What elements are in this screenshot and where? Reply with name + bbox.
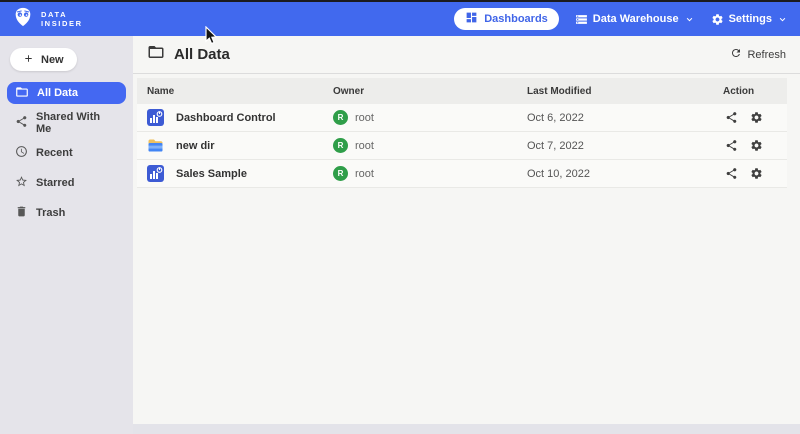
share-icon[interactable] — [725, 167, 738, 180]
refresh-icon — [730, 47, 742, 62]
column-header-last-modified: Last Modified — [527, 86, 723, 97]
nav-settings-label: Settings — [729, 13, 772, 25]
folder-file-icon — [147, 137, 164, 154]
sidebar-item-recent[interactable]: Recent — [7, 142, 126, 164]
refresh-label: Refresh — [747, 49, 786, 61]
mouse-cursor — [205, 26, 218, 46]
folder-outline-icon — [147, 43, 165, 66]
sidebar-item-all-data[interactable]: All Data — [7, 82, 126, 104]
plus-icon — [23, 53, 34, 67]
sidebar-item-label: All Data — [37, 87, 78, 99]
chevron-down-icon — [777, 14, 788, 25]
share-icon — [15, 115, 28, 131]
nav-settings[interactable]: Settings — [711, 13, 788, 26]
clock-icon — [15, 145, 28, 161]
gear-icon[interactable] — [750, 139, 763, 152]
file-name: Dashboard Control — [176, 112, 276, 124]
owl-logo-icon — [12, 6, 34, 33]
gear-icon — [711, 13, 724, 26]
nav-dashboards-button[interactable]: Dashboards — [454, 8, 559, 30]
owner-name: root — [355, 168, 374, 180]
new-button-label: New — [41, 54, 64, 66]
brand-logo: DATA INSIDER — [12, 6, 83, 33]
sidebar-item-shared-with-me[interactable]: Shared With Me — [7, 112, 126, 134]
gear-icon[interactable] — [750, 167, 763, 180]
table-header-row: Name Owner Last Modified Action — [137, 78, 787, 104]
chevron-down-icon — [684, 14, 695, 25]
trash-icon — [15, 205, 28, 221]
sidebar-item-label: Recent — [36, 147, 73, 159]
app-window: DATA INSIDER Dashboards Data W — [0, 0, 800, 434]
sidebar-item-label: Shared With Me — [36, 111, 118, 135]
page-header: All Data Refresh — [133, 36, 800, 74]
folder-icon — [15, 85, 29, 102]
brand-name: DATA INSIDER — [41, 10, 83, 28]
content-panel: All Data Refresh Name Owner Last Modifie… — [133, 36, 800, 424]
sidebar-item-label: Starred — [36, 177, 75, 189]
dashboard-file-icon — [147, 109, 164, 126]
owner-name: root — [355, 112, 374, 124]
last-modified-date: Oct 6, 2022 — [527, 112, 723, 124]
main-area: All Data Refresh Name Owner Last Modifie… — [133, 36, 800, 434]
column-header-action: Action — [723, 86, 777, 97]
last-modified-date: Oct 10, 2022 — [527, 168, 723, 180]
dashboard-icon — [465, 11, 478, 27]
table-row[interactable]: Dashboard Control R root Oct 6, 2022 — [137, 104, 787, 132]
header-nav: Dashboards Data Warehouse — [454, 8, 788, 30]
owner-avatar: R — [333, 138, 348, 153]
new-button[interactable]: New — [10, 48, 77, 71]
gear-icon[interactable] — [750, 111, 763, 124]
share-icon[interactable] — [725, 111, 738, 124]
page-title: All Data — [174, 46, 230, 63]
file-name: new dir — [176, 140, 215, 152]
dashboard-file-icon — [147, 165, 164, 182]
table-row[interactable]: new dir R root Oct 7, 2022 — [137, 132, 787, 160]
database-icon — [575, 13, 588, 26]
owner-avatar: R — [333, 166, 348, 181]
file-name: Sales Sample — [176, 168, 247, 180]
column-header-name: Name — [147, 86, 333, 97]
sidebar: New All Data Shared With Me Recent — [0, 36, 133, 434]
nav-dashboards-label: Dashboards — [484, 13, 548, 25]
star-icon — [15, 175, 28, 191]
sidebar-item-starred[interactable]: Starred — [7, 172, 126, 194]
refresh-button[interactable]: Refresh — [730, 47, 786, 62]
column-header-owner: Owner — [333, 86, 527, 97]
sidebar-item-label: Trash — [36, 207, 65, 219]
top-navbar: DATA INSIDER Dashboards Data W — [0, 2, 800, 36]
sidebar-item-trash[interactable]: Trash — [7, 202, 126, 224]
data-table: Name Owner Last Modified Action Dashboar… — [137, 78, 787, 188]
owner-avatar: R — [333, 110, 348, 125]
nav-data-warehouse[interactable]: Data Warehouse — [575, 13, 695, 26]
table-row[interactable]: Sales Sample R root Oct 10, 2022 — [137, 160, 787, 188]
owner-name: root — [355, 140, 374, 152]
last-modified-date: Oct 7, 2022 — [527, 140, 723, 152]
share-icon[interactable] — [725, 139, 738, 152]
nav-data-warehouse-label: Data Warehouse — [593, 13, 679, 25]
